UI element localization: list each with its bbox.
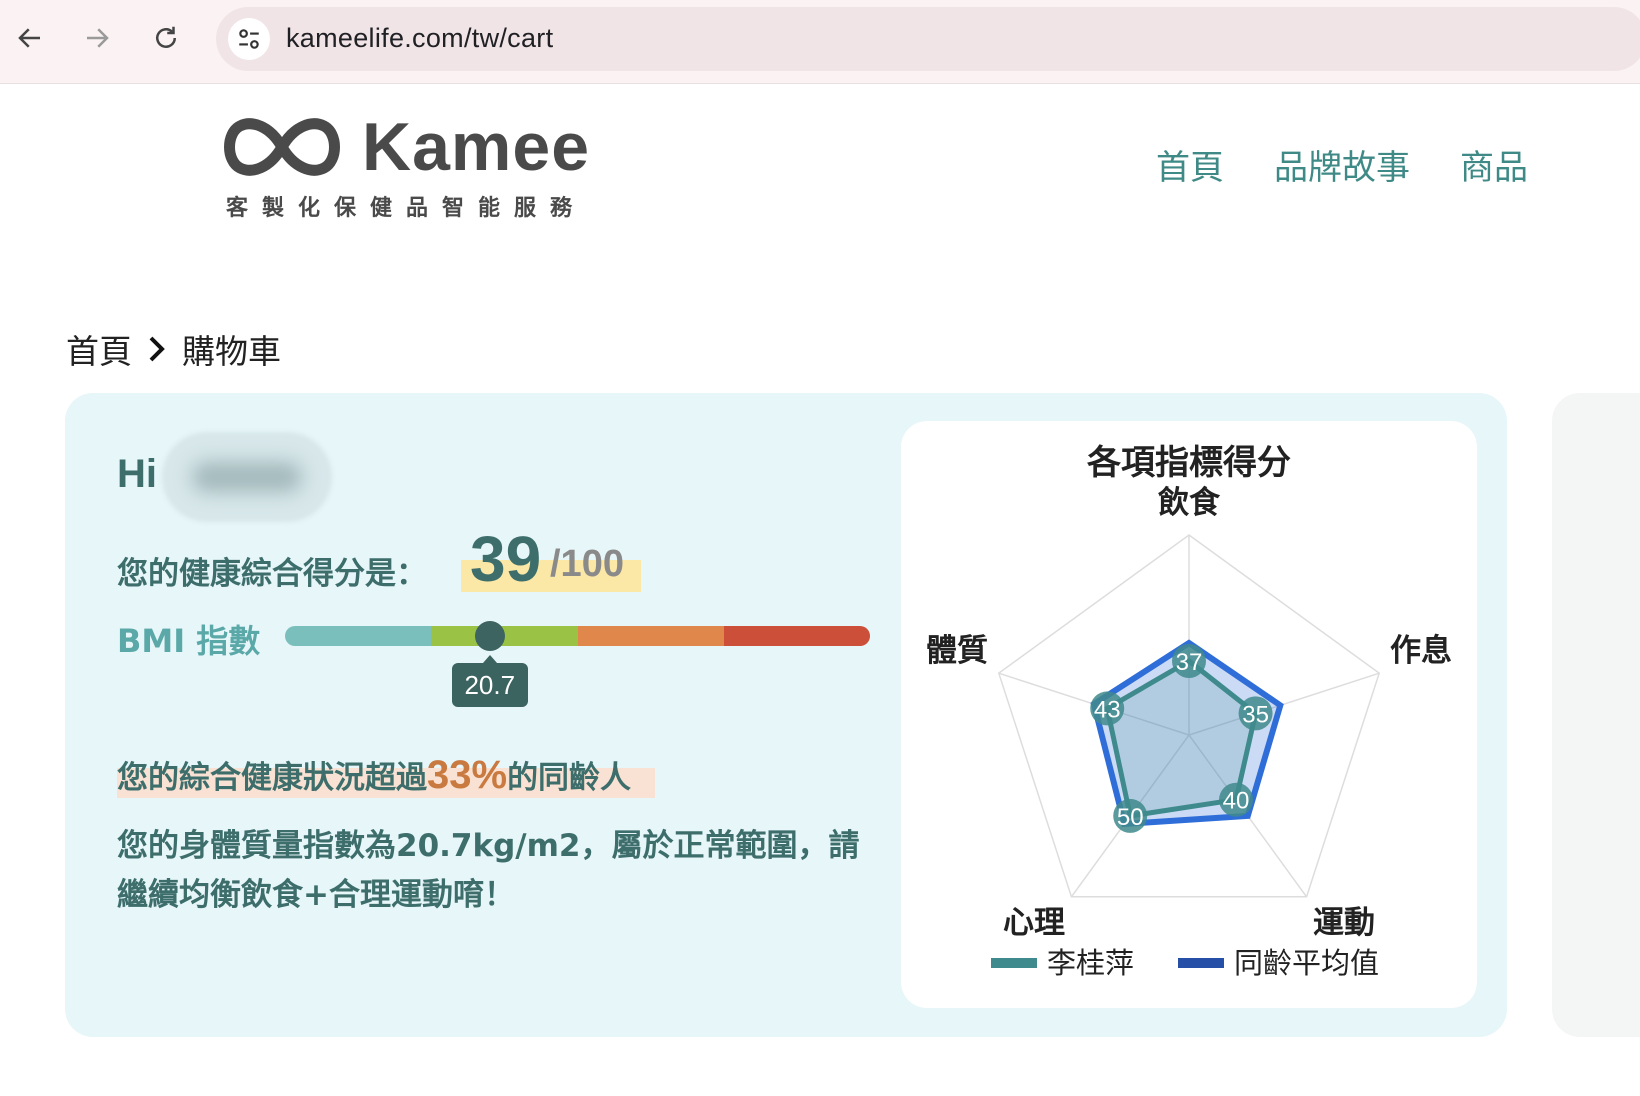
legend-label-average: 同齡平均值 [1234,946,1379,980]
axis-label: 體質 [926,633,988,669]
breadcrumb: 首頁 購物車 [66,325,281,373]
score-label: 您的健康綜合得分是： [117,556,427,592]
legend-swatch-user [991,958,1037,968]
breadcrumb-current: 購物車 [182,332,281,371]
site-logo[interactable]: Kamee 客製化保健品智能服務 [222,108,589,228]
reload-button[interactable] [146,18,186,58]
chevron-right-icon [146,334,168,364]
health-score-max: /100 [550,543,624,585]
infinity-logo-icon [224,118,340,176]
bmi-marker [474,621,505,651]
data-label: 50 [1117,804,1144,831]
blurred-user-name [162,432,332,522]
bmi-segment [723,626,870,646]
nav-products[interactable]: 商品 [1460,140,1528,189]
address-bar[interactable]: kameelife.com/tw/cart [216,7,1640,71]
legend-label-user: 李桂萍 [1047,946,1134,980]
reload-icon [156,26,176,48]
bmi-scale-bar [285,626,870,646]
site-info-button[interactable] [228,18,270,60]
compare-prefix: 您的綜合健康狀況超過 [117,760,427,796]
data-label: 40 [1223,788,1250,815]
greeting: Hi [117,452,157,496]
data-label: 43 [1094,696,1121,723]
peer-comparison: 您的綜合健康狀況超過33%的同齡人 [117,752,631,798]
bmi-advice: 您的身體質量指數為20.7kg/m2，屬於正常範圍，請繼續均衡飲食+合理運動唷！ [117,828,860,913]
bmi-segment [285,626,432,646]
axis-label: 運動 [1313,905,1375,941]
tune-icon [239,29,259,49]
axis-label: 飲食 [1158,485,1221,521]
nav-brand-story[interactable]: 品牌故事 [1274,140,1410,189]
bmi-label: BMI 指數 [117,622,261,660]
data-label: 37 [1176,649,1203,676]
adjacent-panel [1552,393,1640,1037]
bmi-segment [577,626,724,646]
logo-wordmark: Kamee [362,109,591,185]
radar-chart-panel: 各項指標得分 飲食作息運動 心理 體質 37 35 40 50 43 李桂萍 同齡平均值 [901,421,1477,1008]
radar-chart: 各項指標得分飲食作息運動 心理 體質 37 35 40 50 43 李桂萍 同齡平均值 [926,443,1452,980]
back-button[interactable] [10,18,50,58]
legend-swatch-average [1178,958,1224,968]
bmi-value-tag: 20.7 [451,655,528,707]
logo-tagline: 客製化保健品智能服務 [226,196,587,221]
chart-title: 各項指標得分 [1087,443,1291,483]
main-nav: 首頁 品牌故事 商品 [1156,140,1528,189]
data-label: 35 [1242,701,1269,728]
browser-toolbar: kameelife.com/tw/cart [0,0,1640,84]
axis-label: 心理 [1003,905,1065,941]
breadcrumb-home[interactable]: 首頁 [66,325,132,373]
forward-button[interactable] [77,18,117,58]
health-score: 39 [470,523,542,595]
compare-suffix: 的同齡人 [507,760,632,796]
compare-percent: 33% [427,753,508,797]
axis-label: 作息 [1390,633,1452,669]
url-text[interactable]: kameelife.com/tw/cart [286,23,553,54]
arrow-left-icon [18,28,40,48]
nav-home[interactable]: 首頁 [1156,140,1224,189]
arrow-right-icon [87,28,109,48]
